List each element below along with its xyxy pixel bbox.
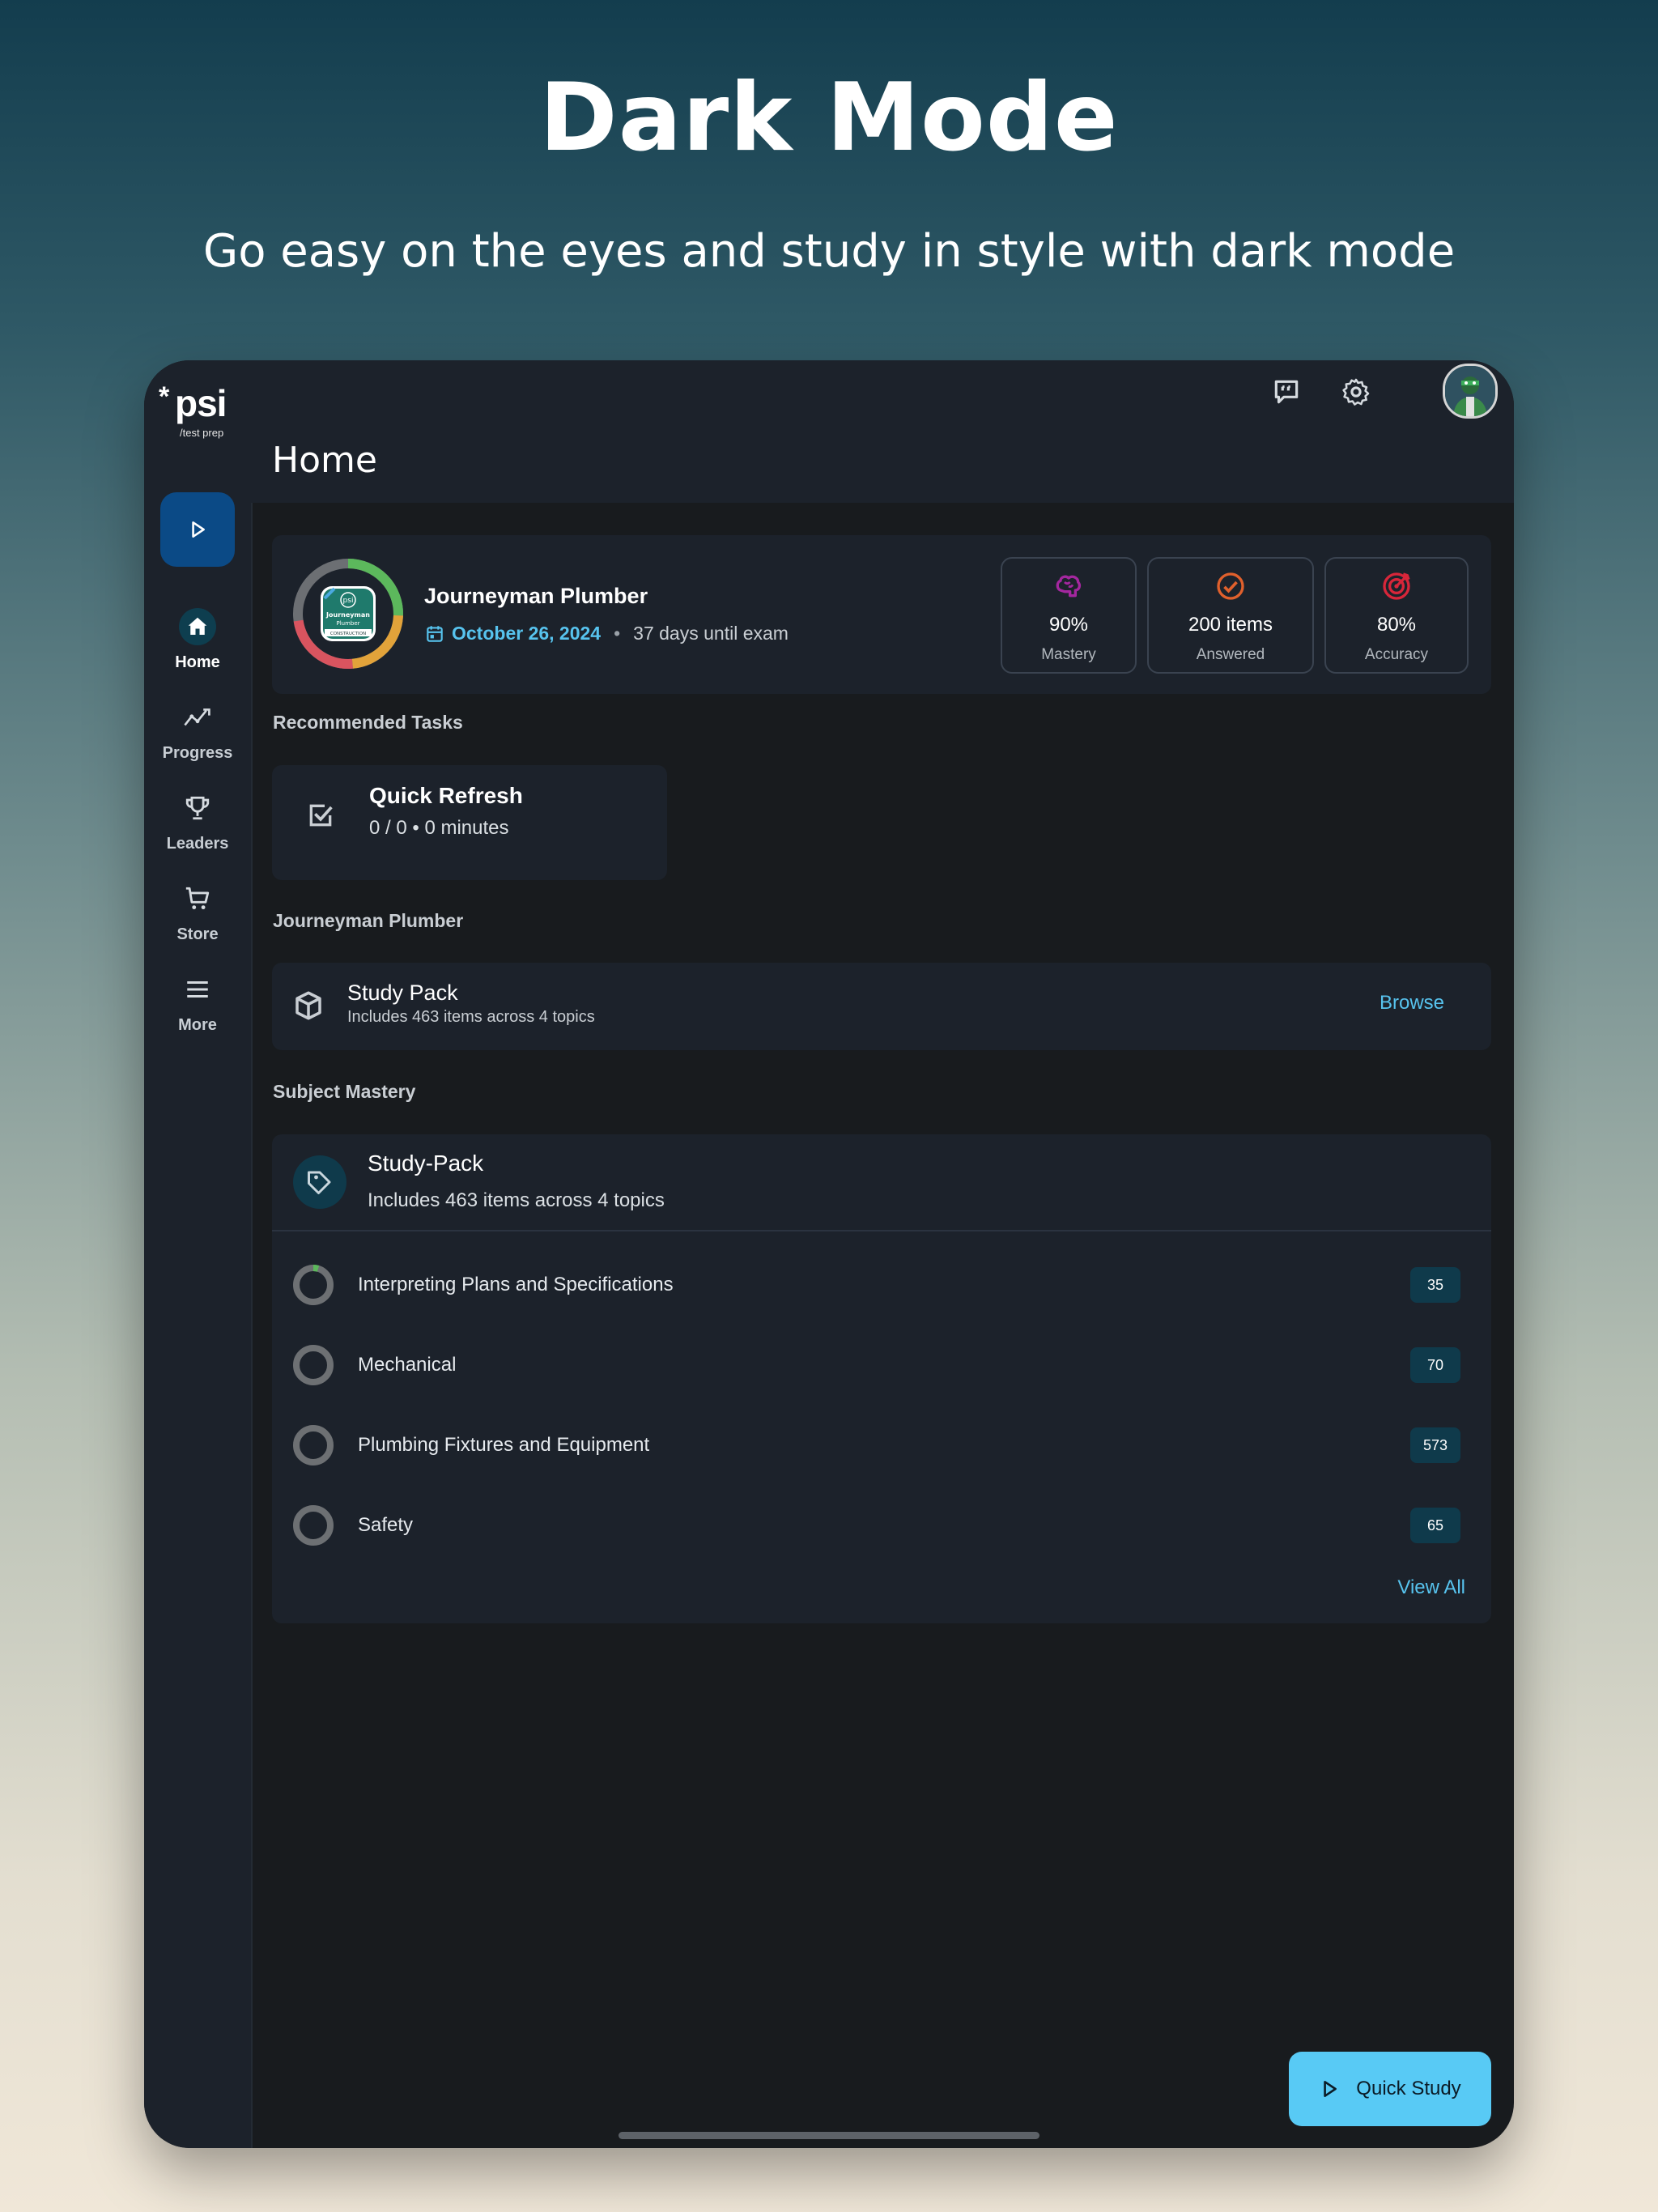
stat-label: Answered — [1196, 646, 1265, 663]
gear-icon — [1342, 378, 1370, 406]
separator-dot: • — [614, 623, 621, 644]
topic-row-mechanical[interactable]: Mechanical 70 — [272, 1328, 1491, 1401]
quick-study-label: Quick Study — [1356, 2078, 1461, 2099]
cart-icon — [185, 887, 210, 910]
menu-icon — [187, 981, 208, 998]
study-pack-title: Study Pack — [347, 981, 458, 1005]
sidebar-item-label: Store — [176, 925, 219, 943]
check-circle-icon — [1217, 572, 1244, 600]
sidebar: * psi /test prep Home Progress Leaders S… — [144, 360, 253, 2148]
page-title: Home — [272, 440, 377, 480]
study-pack-card[interactable]: Study Pack Includes 463 items across 4 t… — [272, 963, 1491, 1050]
topic-name: Mechanical — [358, 1354, 457, 1376]
calendar-icon — [427, 625, 443, 642]
topic-name: Plumbing Fixtures and Equipment — [358, 1434, 650, 1456]
exam-date-row: October 26, 2024 • 37 days until exam — [424, 623, 789, 644]
mastery-pack-title: Study-Pack — [368, 1151, 484, 1176]
tag-icon — [308, 1171, 331, 1194]
exam-name: Journeyman Plumber — [424, 584, 648, 608]
topic-row-plumbing-fixtures[interactable]: Plumbing Fixtures and Equipment 573 — [272, 1408, 1491, 1481]
avatar[interactable] — [1443, 364, 1498, 419]
quick-study-side-button[interactable] — [160, 492, 235, 567]
badge-psi-text: psi — [343, 597, 354, 605]
psi-logo: * psi /test prep — [159, 381, 227, 439]
play-icon — [192, 521, 205, 538]
topic-mastery-ring — [293, 1345, 334, 1385]
trophy-icon — [185, 796, 210, 820]
topic-count-badge: 35 — [1410, 1267, 1460, 1303]
topic-mastery-ring — [293, 1505, 334, 1546]
feedback-icon — [1274, 380, 1299, 404]
topic-mastery-ring — [293, 1425, 334, 1465]
stat-value: 200 items — [1188, 614, 1273, 636]
stat-value: 90% — [1048, 614, 1089, 636]
sidebar-item-progress[interactable]: Progress — [144, 699, 251, 763]
avatar-illustration-icon — [1445, 366, 1495, 416]
mastery-pack-subtitle: Includes 463 items across 4 topics — [368, 1189, 665, 1211]
subject-mastery-heading: Subject Mastery — [273, 1081, 416, 1102]
sidebar-item-leaders[interactable]: Leaders — [144, 789, 251, 853]
trend-icon — [184, 708, 210, 726]
topic-count-badge: 573 — [1410, 1427, 1460, 1463]
hero-title: Dark Mode — [539, 63, 1119, 172]
recommended-tasks-heading: Recommended Tasks — [273, 712, 463, 733]
browse-link[interactable]: Browse — [1380, 992, 1444, 1015]
task-title: Quick Refresh — [369, 783, 523, 808]
task-subtitle: 0 / 0 • 0 minutes — [369, 817, 509, 839]
badge-subtitle-text: Plumber — [336, 620, 359, 627]
topic-count-badge: 65 — [1410, 1508, 1460, 1543]
sidebar-item-more[interactable]: More — [144, 971, 251, 1035]
checkbox-task-icon — [309, 804, 333, 827]
badge-category-text: CONSTRUCTION — [330, 632, 366, 636]
study-pack-subtitle: Includes 463 items across 4 topics — [347, 1008, 595, 1026]
settings-button[interactable] — [1336, 372, 1376, 412]
exam-progress-ring: psi Journeyman Plumber CONSTRUCTION — [293, 559, 403, 669]
exam-card[interactable]: psi Journeyman Plumber CONSTRUCTION Jour… — [272, 535, 1491, 694]
topic-row-safety[interactable]: Safety 65 — [272, 1488, 1491, 1561]
task-card-quick-refresh[interactable]: Quick Refresh 0 / 0 • 0 minutes — [272, 765, 667, 880]
sidebar-item-label: More — [178, 1016, 217, 1034]
exam-date: October 26, 2024 — [452, 623, 602, 644]
stat-label: Accuracy — [1364, 646, 1429, 663]
stat-value: 80% — [1376, 614, 1417, 636]
brain-icon — [1056, 575, 1082, 598]
days-until-exam: 37 days until exam — [633, 623, 789, 644]
home-indicator[interactable] — [619, 2132, 1039, 2139]
topic-name: Safety — [358, 1514, 414, 1536]
stat-answered[interactable]: 200 items Answered — [1147, 557, 1314, 674]
sidebar-item-label: Progress — [162, 744, 233, 762]
sidebar-item-home[interactable]: Home — [144, 608, 251, 672]
hero-subtitle: Go easy on the eyes and study in style w… — [202, 225, 1456, 278]
tag-icon-circle — [293, 1155, 346, 1209]
package-icon — [295, 991, 321, 1020]
top-bar: Home — [251, 360, 1514, 503]
sidebar-item-store[interactable]: Store — [144, 880, 251, 944]
feedback-button[interactable] — [1266, 372, 1307, 412]
sidebar-item-label: Home — [175, 653, 220, 671]
badge-title-text: Journeyman — [325, 611, 370, 619]
topic-name: Interpreting Plans and Specifications — [358, 1274, 674, 1295]
tablet-screen: * psi /test prep Home Progress Leaders S… — [144, 360, 1514, 2148]
divider — [272, 1230, 1491, 1231]
play-icon — [1324, 2081, 1337, 2097]
home-icon — [188, 617, 207, 635]
view-all-link[interactable]: View All — [1397, 1576, 1465, 1599]
sidebar-item-label: Leaders — [166, 835, 229, 853]
topic-row-interpreting-plans[interactable]: Interpreting Plans and Specifications 35 — [272, 1248, 1491, 1321]
course-heading: Journeyman Plumber — [273, 910, 464, 931]
quick-study-button[interactable]: Quick Study — [1289, 2052, 1491, 2126]
stat-label: Mastery — [1041, 646, 1096, 663]
target-icon — [1383, 572, 1410, 600]
stat-accuracy[interactable]: 80% Accuracy — [1324, 557, 1469, 674]
stat-mastery[interactable]: 90% Mastery — [1001, 557, 1137, 674]
subject-mastery-card: Study-Pack Includes 463 items across 4 t… — [272, 1134, 1491, 1623]
topic-mastery-ring — [293, 1265, 334, 1305]
topic-count-badge: 70 — [1410, 1347, 1460, 1383]
